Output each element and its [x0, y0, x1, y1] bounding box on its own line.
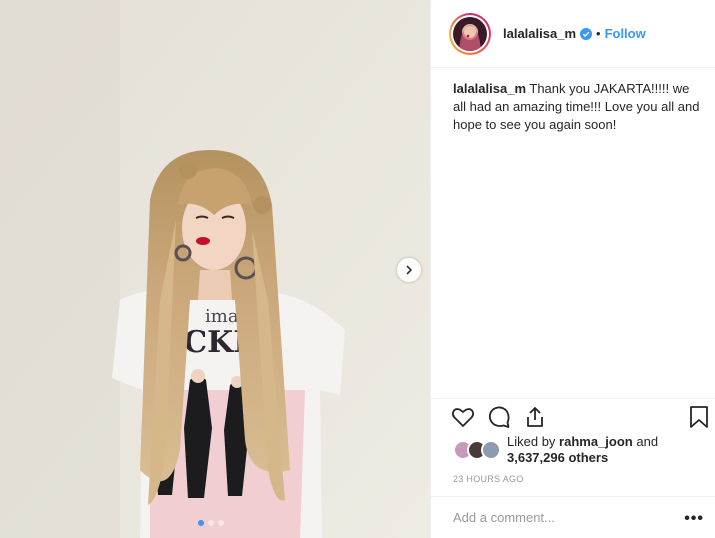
heart-icon[interactable] — [451, 405, 475, 429]
share-icon[interactable] — [523, 405, 547, 429]
carousel-dot[interactable] — [218, 520, 224, 526]
liker-username[interactable]: rahma_joon — [559, 434, 633, 449]
verified-badge-icon — [580, 27, 592, 40]
carousel-next-button[interactable] — [397, 258, 421, 282]
post-side-panel: lalalalisa_m • Follow lalalalisa_m Thank… — [430, 0, 715, 538]
post-header: lalalalisa_m • Follow — [431, 0, 715, 68]
post-photo[interactable]: ACKI imac — [0, 0, 430, 538]
likes-prefix: Liked by — [507, 434, 556, 449]
carousel-dot[interactable] — [198, 520, 204, 526]
post-caption: lalalalisa_m Thank you JAKARTA!!!!! we a… — [453, 80, 701, 134]
post-timestamp[interactable]: 23 HOURS AGO — [453, 474, 524, 484]
story-ring[interactable] — [449, 12, 491, 55]
likes-and: and — [636, 434, 659, 449]
likes-text: Liked by rahma_joon and 3,637,296 others — [507, 434, 658, 466]
avatar — [481, 440, 501, 460]
avatar[interactable] — [453, 16, 487, 51]
comment-bubble-icon[interactable] — [487, 405, 511, 429]
carousel-dots — [198, 520, 224, 526]
caption-username[interactable]: lalalalisa_m — [453, 81, 526, 96]
comment-input[interactable] — [453, 510, 673, 525]
chevron-right-icon — [406, 265, 413, 275]
likes-row: Liked by rahma_joon and 3,637,296 others — [453, 434, 658, 466]
instagram-post: ACKI imac lalalalisa_m • Follow lalalali… — [0, 0, 715, 538]
header-separator: • — [596, 26, 601, 41]
photo-image: ACKI imac — [0, 0, 430, 538]
follow-button[interactable]: Follow — [605, 26, 646, 41]
bookmark-icon[interactable] — [689, 405, 709, 429]
likes-count[interactable]: 3,637,296 others — [507, 450, 608, 465]
carousel-dot[interactable] — [208, 520, 214, 526]
liker-avatars[interactable] — [453, 440, 503, 460]
more-options-button[interactable]: ••• — [684, 510, 704, 528]
comment-box: ••• — [431, 496, 715, 538]
action-bar — [431, 398, 715, 434]
header-username[interactable]: lalalalisa_m — [503, 26, 576, 41]
